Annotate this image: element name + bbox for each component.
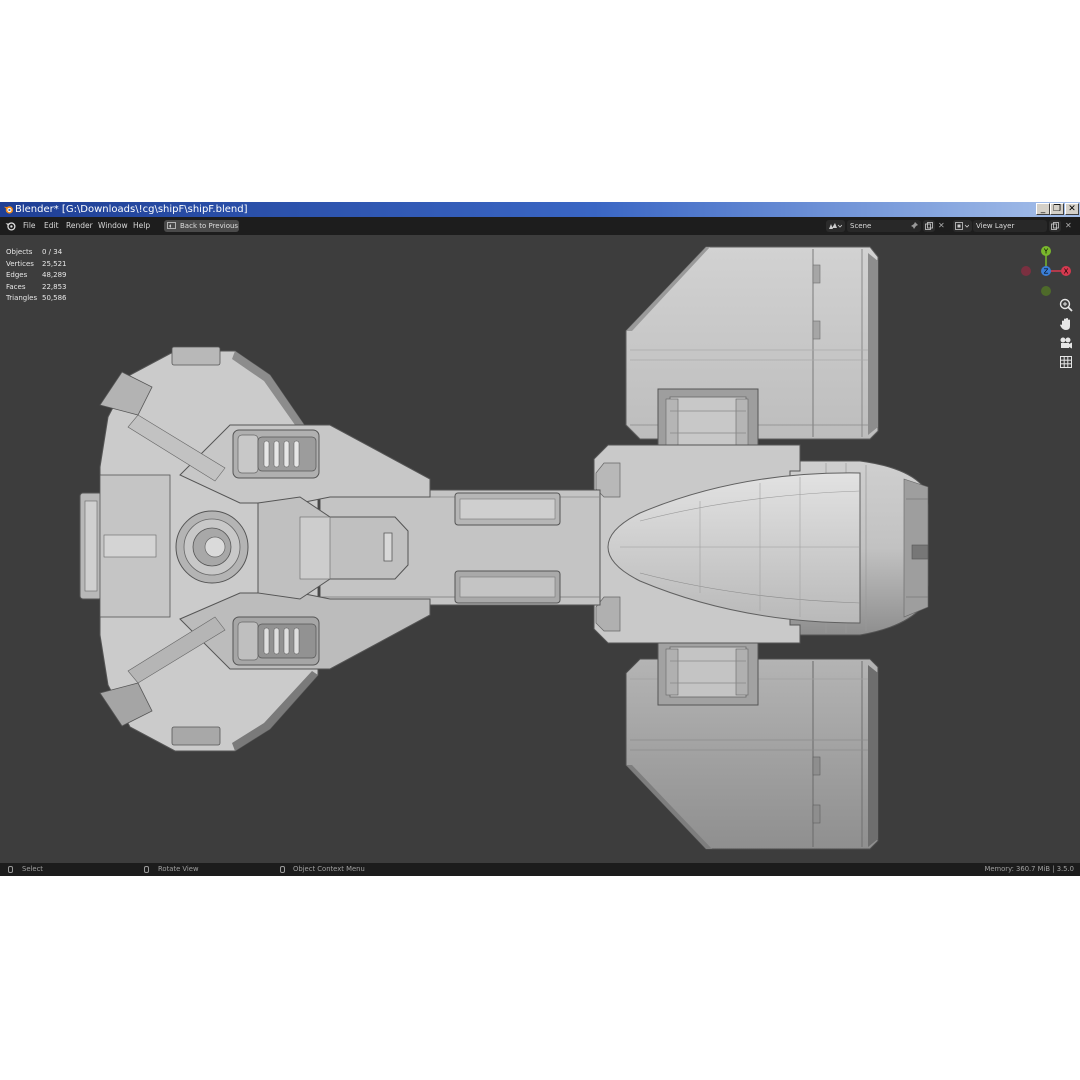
lower-side-pod bbox=[625, 622, 879, 850]
stat-objects: Objects 0 / 34 bbox=[6, 248, 63, 256]
menu-file[interactable]: File bbox=[23, 217, 36, 235]
z-axis-label: Z bbox=[1044, 268, 1049, 276]
menu-edit[interactable]: Edit bbox=[44, 217, 59, 235]
blender-menu-icon[interactable] bbox=[5, 221, 16, 231]
menu-render[interactable]: Render bbox=[66, 217, 93, 235]
front-body bbox=[79, 346, 431, 752]
view-layer-selector-button[interactable] bbox=[953, 220, 972, 232]
3d-viewport[interactable]: Objects 0 / 34 Vertices 25,521 Edges 48,289… bbox=[0, 235, 1080, 863]
stat-triangles: Triangles 50,586 bbox=[6, 294, 67, 302]
copy-icon bbox=[925, 222, 933, 230]
mouse-middle-icon bbox=[144, 866, 149, 873]
top-menu-bar: File Edit Render Window Help Back to Pre… bbox=[0, 217, 1080, 235]
grid-ortho-icon[interactable] bbox=[1058, 354, 1074, 370]
copy-icon bbox=[1051, 222, 1059, 230]
scene-name-field[interactable]: Scene bbox=[847, 220, 921, 232]
status-select: Select bbox=[22, 865, 43, 873]
title-bar: Blender* [G:\Downloads\!cg\shipF\shipF.b… bbox=[0, 202, 1080, 217]
scene-selector-button[interactable] bbox=[826, 220, 845, 232]
menu-window[interactable]: Window bbox=[98, 217, 128, 235]
pin-icon[interactable] bbox=[910, 222, 918, 230]
spaceship-model bbox=[79, 246, 929, 850]
scene-statistics-overlay: Objects 0 / 34 Vertices 25,521 Edges 48,289… bbox=[6, 247, 86, 305]
scene-icon bbox=[829, 223, 842, 229]
stat-faces: Faces 22,853 bbox=[6, 282, 67, 291]
y-axis-label: Y bbox=[1043, 248, 1049, 256]
new-view-layer-button[interactable] bbox=[1049, 220, 1061, 232]
upper-side-pod bbox=[625, 246, 879, 472]
navigation-gizmo[interactable]: Y X Z bbox=[1018, 243, 1074, 299]
stat-vertices: Vertices 25,521 bbox=[6, 259, 67, 268]
back-label: Back to Previous bbox=[180, 222, 239, 230]
window-title: Blender* [G:\Downloads\!cg\shipF\shipF.b… bbox=[15, 204, 248, 215]
menu-help[interactable]: Help bbox=[133, 217, 150, 235]
x-axis-label: X bbox=[1064, 268, 1069, 276]
view-layer-name-field[interactable]: View Layer bbox=[973, 220, 1047, 232]
x-icon: ✕ bbox=[1065, 221, 1072, 230]
viewport-navigation-tools bbox=[1058, 297, 1074, 373]
view-layer-label: View Layer bbox=[976, 222, 1015, 230]
status-bar: Select Rotate View Object Context Menu M… bbox=[0, 863, 1080, 876]
back-to-previous-button[interactable]: Back to Previous bbox=[164, 220, 239, 232]
minimize-button[interactable]: _ bbox=[1036, 203, 1050, 215]
close-button[interactable]: ✕ bbox=[1065, 203, 1079, 215]
stat-edges: Edges 48,289 bbox=[6, 271, 67, 279]
back-icon bbox=[167, 222, 176, 229]
blender-logo-icon bbox=[3, 206, 14, 214]
new-scene-button[interactable] bbox=[923, 220, 935, 232]
delete-view-layer-button[interactable]: ✕ bbox=[1063, 220, 1074, 232]
status-context-menu: Object Context Menu bbox=[293, 865, 365, 873]
delete-scene-button[interactable]: ✕ bbox=[936, 220, 947, 232]
zoom-icon[interactable] bbox=[1058, 297, 1074, 313]
main-hull bbox=[593, 444, 861, 644]
maximize-button[interactable]: ❐ bbox=[1050, 203, 1064, 215]
blender-window: Blender* [G:\Downloads\!cg\shipF\shipF.b… bbox=[0, 202, 1080, 876]
render-layers-icon bbox=[955, 222, 969, 230]
neg-x-axis-handle[interactable] bbox=[1021, 266, 1031, 276]
mouse-left-icon bbox=[8, 866, 13, 873]
status-memory-version: Memory: 360.7 MiB | 3.5.0 bbox=[984, 865, 1074, 873]
scene-label: Scene bbox=[850, 222, 872, 230]
camera-icon[interactable] bbox=[1058, 335, 1074, 351]
x-icon: ✕ bbox=[938, 221, 945, 230]
mouse-right-icon bbox=[280, 866, 285, 873]
status-rotate-view: Rotate View bbox=[158, 865, 199, 873]
pan-hand-icon[interactable] bbox=[1058, 316, 1074, 332]
neg-y-axis-handle[interactable] bbox=[1041, 286, 1051, 296]
